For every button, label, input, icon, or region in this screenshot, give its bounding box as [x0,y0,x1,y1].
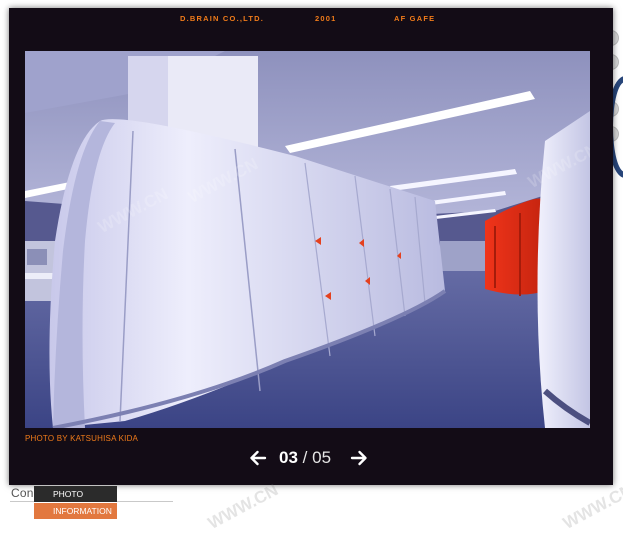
tab-information[interactable]: INFORMATION [34,503,117,519]
project-year: 2001 [315,14,337,23]
photo-pager: 03 / 05 [9,445,613,471]
project-photo: WWW.CN WWW.CN WWW.CN [25,51,590,428]
arrow-left-icon[interactable] [248,448,268,468]
photo-credit: PHOTO BY KATSUHISA KIDA [25,434,139,443]
page-counter: 03 / 05 [279,448,331,468]
arrow-right-icon[interactable] [349,448,369,468]
project-header: D.BRAIN CO.,LTD. 2001 AF GAFE [9,14,613,28]
company-name: D.BRAIN CO.,LTD. [180,14,265,23]
watermark: WWW.CN [559,480,623,533]
tab-photo[interactable]: PHOTO [34,486,117,502]
background-page-text: Con [11,486,34,500]
photo-lightbox: D.BRAIN CO.,LTD. 2001 AF GAFE PHOTO BY K… [9,8,613,485]
watermark: WWW.CN [204,480,282,533]
project-name: AF GAFE [394,14,436,23]
page-separator: / [302,448,308,467]
view-tabs: PHOTO INFORMATION [34,486,117,519]
current-page: 03 [279,448,298,467]
total-pages: 05 [312,448,332,467]
